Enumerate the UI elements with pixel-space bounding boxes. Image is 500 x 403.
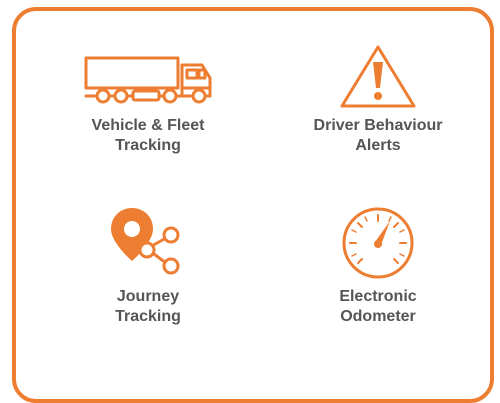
feature-driver-behaviour-alerts: Driver Behaviour Alerts <box>283 42 473 156</box>
feature-label: Vehicle & Fleet Tracking <box>91 117 205 154</box>
feature-journey-tracking: Journey Tracking <box>53 205 243 327</box>
feature-label: Electronic Odometer <box>339 288 417 325</box>
route-pin-icon <box>111 208 180 275</box>
feature-vehicle-fleet-tracking: Vehicle & Fleet Tracking <box>53 50 243 156</box>
feature-label: Driver Behaviour Alerts <box>313 117 443 154</box>
truck-icon <box>84 56 212 104</box>
feature-label: Journey Tracking <box>115 288 181 325</box>
warning-icon <box>340 45 416 108</box>
feature-electronic-odometer: Electronic Odometer <box>283 205 473 327</box>
odometer-icon <box>342 207 414 279</box>
